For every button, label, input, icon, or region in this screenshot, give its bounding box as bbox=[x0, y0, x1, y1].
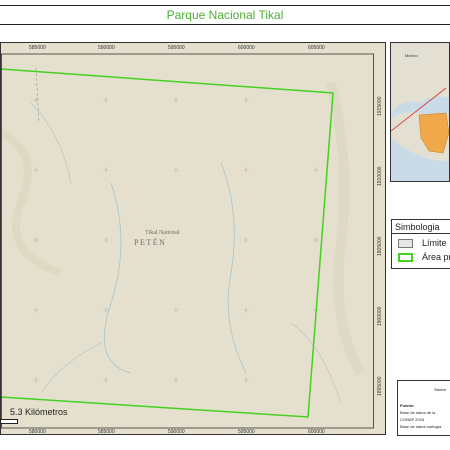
right-tick-label: 1915000 bbox=[377, 96, 383, 116]
right-tick-label: 1895000 bbox=[377, 376, 383, 396]
title-bar: Parque Nacional Tikal bbox=[0, 5, 450, 25]
inset-map[interactable]: Mexico bbox=[390, 42, 450, 182]
inset-label: Mexico bbox=[405, 53, 418, 58]
inset-land-north bbox=[391, 43, 449, 113]
legend-item-limite: Límite bbox=[396, 238, 450, 250]
main-map[interactable]: 585000 590000 595000 600000 605000 58000… bbox=[0, 42, 386, 435]
right-tick-label: 1905000 bbox=[377, 236, 383, 256]
legend-swatch bbox=[398, 253, 413, 262]
info-line: Base de datos de la bbox=[400, 410, 436, 415]
bottom-tick-label: 600000 bbox=[308, 429, 325, 435]
scale-label: 5.3 Kilómetros bbox=[10, 407, 68, 417]
inset-canvas bbox=[391, 43, 449, 162]
top-tick-label: 605000 bbox=[308, 45, 325, 51]
info-line: Fuente: bbox=[400, 403, 415, 408]
top-tick-label: 595000 bbox=[168, 45, 185, 51]
legend-item-area: Área pr bbox=[396, 252, 450, 264]
info-box: Sistem Fuente: Base de datos de la CONAP… bbox=[397, 380, 450, 436]
info-line: Base de datos cartogra bbox=[400, 424, 442, 429]
top-tick-label: 600000 bbox=[238, 45, 255, 51]
legend: Simbologia Límite Área pr bbox=[391, 219, 450, 269]
legend-label: Límite bbox=[422, 238, 447, 248]
info-line: CONAP 2016 bbox=[400, 417, 425, 422]
legend-label: Área pr bbox=[422, 252, 450, 262]
bottom-tick-label: 595000 bbox=[238, 429, 255, 435]
legend-title: Simbologia bbox=[392, 220, 450, 234]
map-title: Parque Nacional Tikal bbox=[166, 8, 284, 22]
bottom-tick-label: 580000 bbox=[29, 429, 46, 435]
right-tick-label: 1910000 bbox=[377, 166, 383, 186]
top-tick-label: 585000 bbox=[29, 45, 46, 51]
top-tick-label: 590000 bbox=[98, 45, 115, 51]
place-label-peten: PETÉN bbox=[134, 238, 167, 247]
map-background bbox=[1, 43, 385, 434]
scale-bar bbox=[0, 419, 18, 424]
bottom-tick-label: 585000 bbox=[98, 429, 115, 435]
place-label-tikal: Tikal National bbox=[145, 230, 180, 236]
right-tick-label: 1900000 bbox=[377, 306, 383, 326]
info-heading: Sistem bbox=[434, 387, 447, 392]
legend-swatch bbox=[398, 239, 413, 248]
map-canvas[interactable] bbox=[1, 43, 386, 435]
bottom-tick-label: 590000 bbox=[168, 429, 185, 435]
